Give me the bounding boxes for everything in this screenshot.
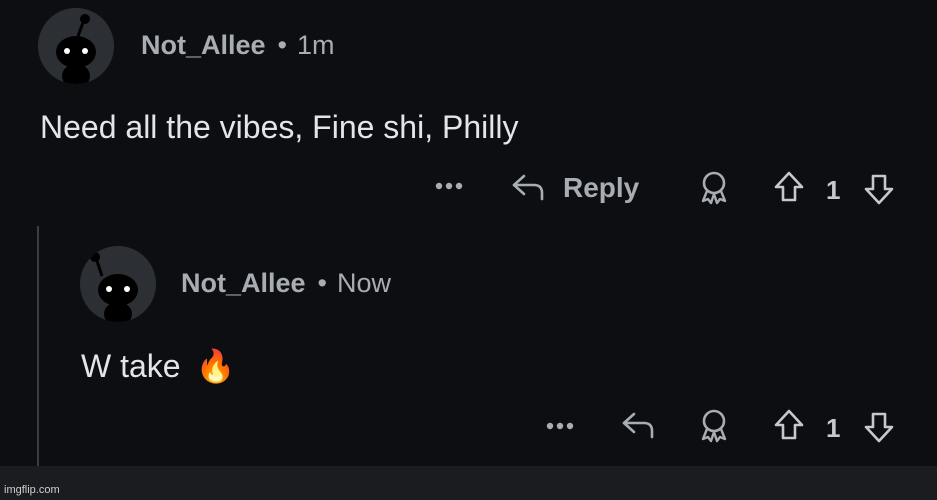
upvote-arrow-icon[interactable] xyxy=(773,170,805,204)
snoo-avatar-icon[interactable] xyxy=(80,246,156,322)
author-name[interactable]: Not_Allee xyxy=(181,268,306,298)
reply-arrow-icon xyxy=(512,174,544,201)
reply-text: W take xyxy=(81,348,181,384)
vote-count: 1 xyxy=(826,413,841,443)
comment-header: Not_Allee • 1m xyxy=(141,30,335,61)
fire-emoji: 🔥 xyxy=(195,348,236,384)
timestamp: 1m xyxy=(297,30,335,60)
author-name[interactable]: Not_Allee xyxy=(141,30,266,60)
more-options-icon[interactable] xyxy=(545,420,575,432)
more-options-icon[interactable] xyxy=(434,180,464,192)
snoo-avatar-icon[interactable] xyxy=(38,8,114,84)
upvote-arrow-icon[interactable] xyxy=(773,408,805,442)
comment-body: Need all the vibes, Fine shi, Philly xyxy=(40,109,519,145)
downvote-arrow-icon[interactable] xyxy=(863,172,895,206)
reply-arrow-icon[interactable] xyxy=(620,410,656,440)
vote-count: 1 xyxy=(826,175,841,205)
footer-bar xyxy=(0,466,937,500)
reply-label: Reply xyxy=(563,172,640,203)
reply-body: W take 🔥 xyxy=(81,347,235,385)
award-icon[interactable] xyxy=(697,408,731,444)
watermark: imgflip.com xyxy=(4,484,60,496)
award-icon[interactable] xyxy=(697,170,731,206)
separator-dot: • xyxy=(317,268,327,298)
reply-header: Not_Allee • Now xyxy=(181,268,391,299)
thread-line[interactable] xyxy=(37,226,39,466)
downvote-arrow-icon[interactable] xyxy=(863,410,895,444)
separator-dot: • xyxy=(277,30,287,60)
timestamp: Now xyxy=(337,268,392,298)
